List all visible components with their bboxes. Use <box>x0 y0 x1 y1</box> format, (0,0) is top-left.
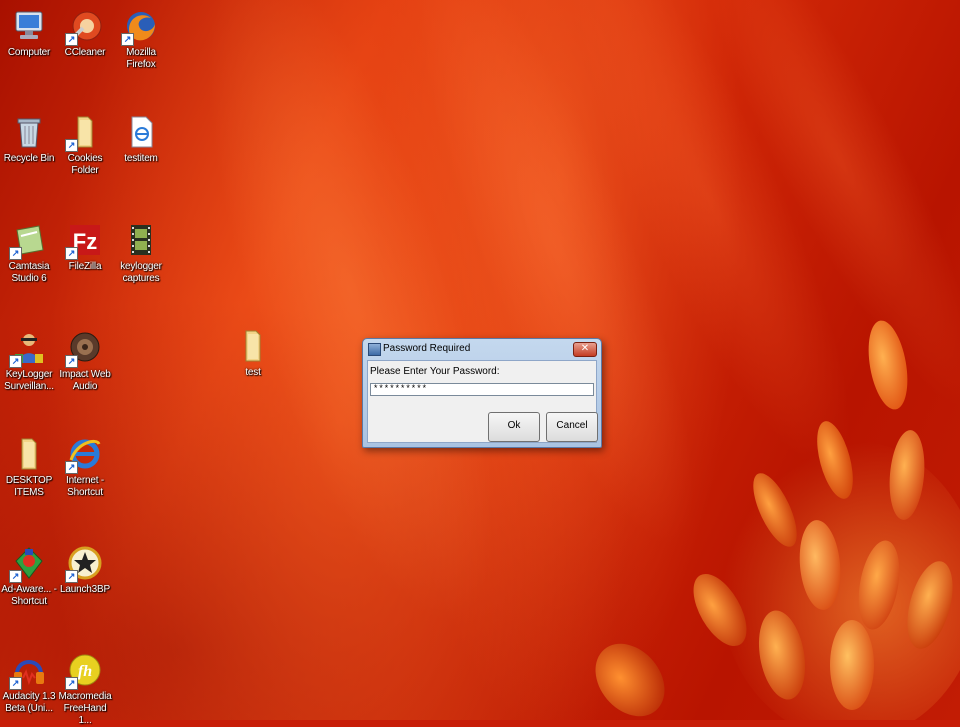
filezilla-icon: Fz ↗ <box>65 222 103 260</box>
ccleaner-icon: ↗ <box>65 8 103 46</box>
shortcut-arrow-icon: ↗ <box>9 677 22 690</box>
desktop-icon-label: Computer <box>7 47 51 58</box>
desktop-icon-audacity[interactable]: ↗ Audacity 1.3 Beta (Uni... <box>1 652 57 715</box>
desktop-icon-label: KeyLogger Surveillan... <box>4 369 54 392</box>
desktop-icon-label: Cookies Folder <box>67 153 103 176</box>
desktop-icon-label: Macromedia FreeHand 1... <box>58 691 112 726</box>
desktop-icon-label: Mozilla Firefox <box>126 47 156 70</box>
recycle-bin-icon <box>11 114 47 150</box>
password-prompt: Please Enter Your Password: <box>370 366 500 377</box>
desktop-icon-launch3bp[interactable]: ↗ Launch3BP <box>57 545 113 596</box>
text-document-icon <box>123 114 159 150</box>
shortcut-arrow-icon: ↗ <box>65 247 78 260</box>
desktop-icon-label: Audacity 1.3 Beta (Uni... <box>2 691 56 714</box>
keylogger-icon: ↗ <box>9 330 47 368</box>
desktop-icon-filezilla[interactable]: Fz ↗ FileZilla <box>57 222 113 273</box>
desktop-icon-recycle-bin[interactable]: Recycle Bin <box>1 114 57 165</box>
desktop-icon-label: DESKTOP ITEMS <box>5 475 53 498</box>
desktop-icon-internet-shortcut[interactable]: ↗ Internet - Shortcut <box>57 436 113 499</box>
desktop-icon-keylogger-captures[interactable]: keylogger captures <box>113 222 169 285</box>
shortcut-arrow-icon: ↗ <box>65 570 78 583</box>
close-button[interactable]: ✕ <box>573 342 597 357</box>
folder-icon <box>235 328 271 364</box>
desktop-icon-label: testitem <box>124 153 158 164</box>
ok-button[interactable]: Ok <box>488 412 540 442</box>
app-icon <box>368 343 381 356</box>
desktop-icon-label: Camtasia Studio 6 <box>8 261 50 284</box>
desktop-icon-impact-web-audio[interactable]: ↗ Impact Web Audio <box>57 330 113 393</box>
password-input[interactable]: ********** <box>370 383 594 396</box>
desktop-icon-label: Internet - Shortcut <box>65 475 105 498</box>
desktop-icon-label: Launch3BP <box>60 584 110 595</box>
star-icon: ↗ <box>65 545 103 583</box>
shortcut-arrow-icon: ↗ <box>65 33 78 46</box>
firefox-icon: ↗ <box>121 8 159 46</box>
shortcut-arrow-icon: ↗ <box>9 355 22 368</box>
shortcut-arrow-icon: ↗ <box>9 570 22 583</box>
dialog-title: Password Required <box>383 343 471 354</box>
desktop-icon-label: test <box>245 367 261 378</box>
desktop-icon-macromedia[interactable]: fh ↗ Macromedia FreeHand 1... <box>57 652 113 727</box>
folder-icon: ↗ <box>65 114 103 152</box>
desktop-icon-test[interactable]: test <box>225 328 281 379</box>
shortcut-arrow-icon: ↗ <box>65 355 78 368</box>
macromedia-icon: fh ↗ <box>65 652 103 690</box>
dialog-body: Please Enter Your Password: ********** O… <box>367 360 598 443</box>
cancel-button[interactable]: Cancel <box>546 412 598 442</box>
folder-icon <box>11 436 47 472</box>
computer-icon <box>11 8 47 44</box>
desktop-icon-desktop-items[interactable]: DESKTOP ITEMS <box>1 436 57 499</box>
svg-text:fh: fh <box>78 663 92 680</box>
camtasia-icon: ↗ <box>9 222 47 260</box>
desktop-icon-label: Recycle Bin <box>3 153 55 164</box>
shortcut-arrow-icon: ↗ <box>65 139 78 152</box>
desktop-icon-cookies-folder[interactable]: ↗ Cookies Folder <box>57 114 113 177</box>
film-icon <box>123 222 159 258</box>
shortcut-arrow-icon: ↗ <box>65 677 78 690</box>
desktop-icon-camtasia[interactable]: ↗ Camtasia Studio 6 <box>1 222 57 285</box>
desktop-icon-label: CCleaner <box>64 47 106 58</box>
desktop-icon-ad-aware[interactable]: ↗ Ad-Aware... - Shortcut <box>1 545 57 608</box>
desktop-icon-testitem[interactable]: testitem <box>113 114 169 165</box>
password-dialog: Password Required ✕ Please Enter Your Pa… <box>362 338 602 448</box>
audacity-icon: ↗ <box>9 652 47 690</box>
desktop-icon-ccleaner[interactable]: ↗ CCleaner <box>57 8 113 59</box>
desktop-icon-firefox[interactable]: ↗ Mozilla Firefox <box>113 8 169 71</box>
desktop-icon-label: keylogger captures <box>120 261 162 284</box>
shortcut-arrow-icon: ↗ <box>65 461 78 474</box>
ad-aware-icon: ↗ <box>9 545 47 583</box>
dialog-titlebar[interactable]: Password Required ✕ <box>363 339 601 359</box>
desktop-icon-keylogger-surveillance[interactable]: ↗ KeyLogger Surveillan... <box>1 330 57 393</box>
desktop-icon-label: Ad-Aware... - Shortcut <box>1 584 57 607</box>
speaker-icon: ↗ <box>65 330 103 368</box>
desktop-icon-label: Impact Web Audio <box>59 369 111 392</box>
shortcut-arrow-icon: ↗ <box>9 247 22 260</box>
shortcut-arrow-icon: ↗ <box>121 33 134 46</box>
desktop-icon-label: FileZilla <box>68 261 102 272</box>
desktop-icon-computer[interactable]: Computer <box>1 8 57 59</box>
internet-explorer-icon: ↗ <box>65 436 103 474</box>
